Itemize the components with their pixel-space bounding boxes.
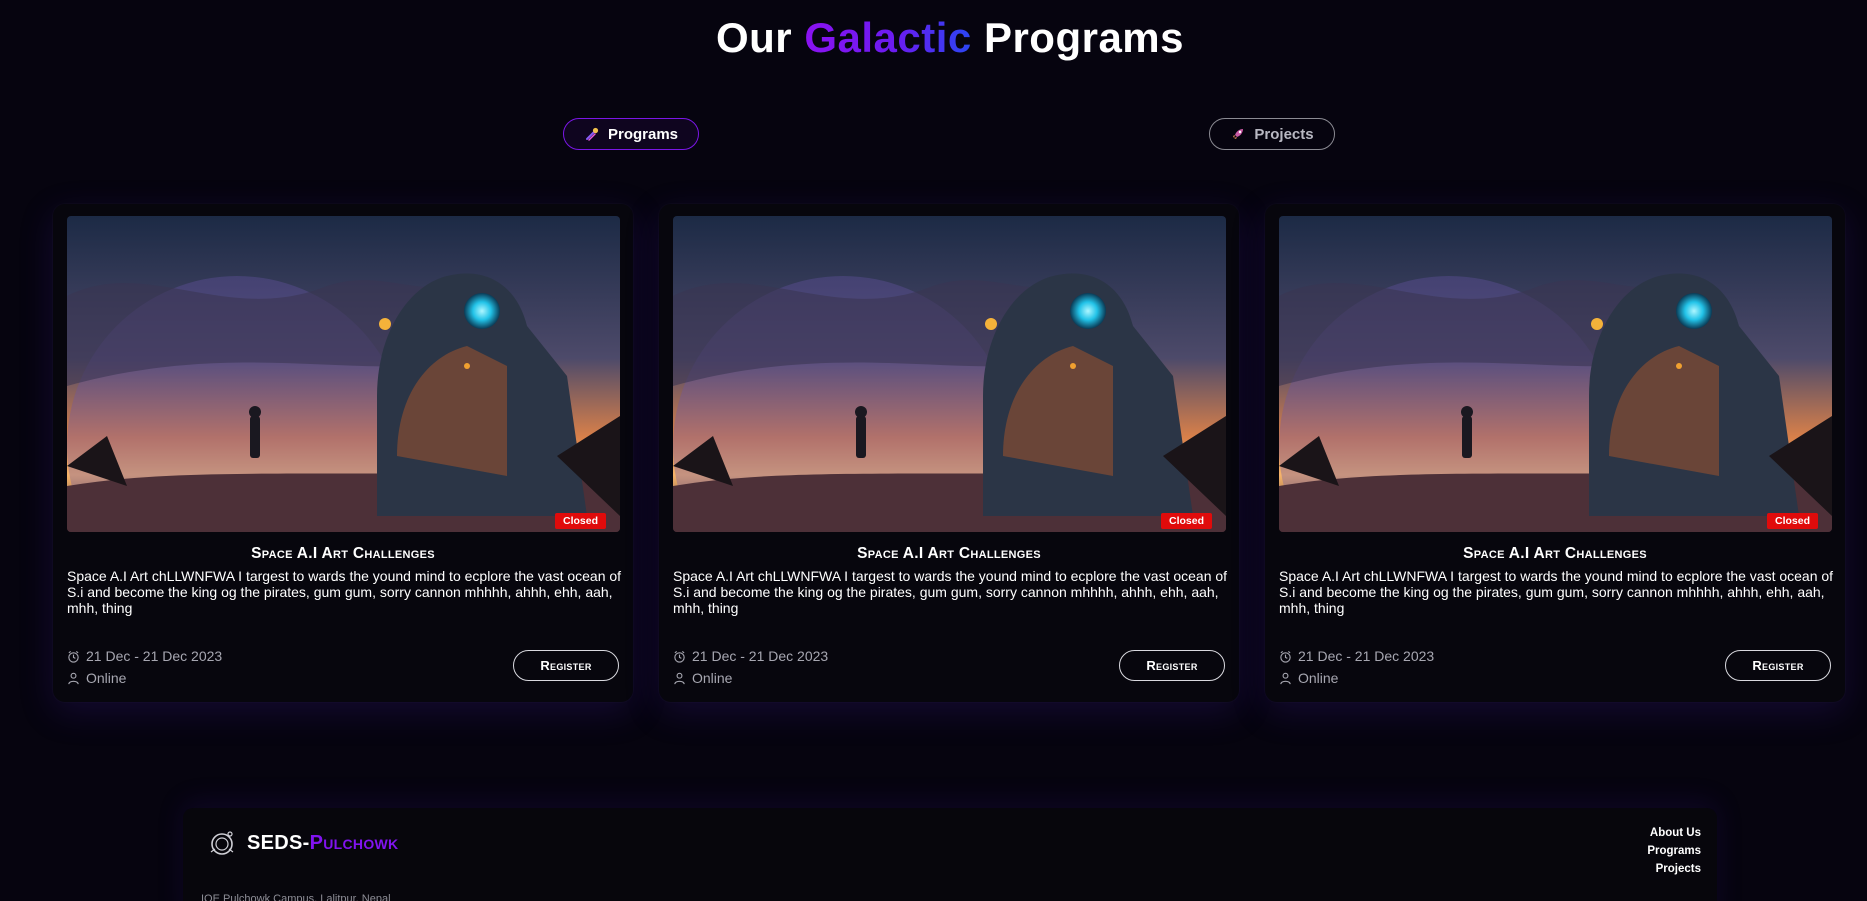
footer-link-programs[interactable]: Programs <box>1647 845 1701 857</box>
status-badge: Closed <box>554 513 606 529</box>
card-title: Space A.I Art Challenges <box>1463 545 1647 562</box>
status-badge: Closed <box>1160 513 1212 529</box>
register-button[interactable]: Register <box>1119 650 1225 681</box>
card-description: Space A.I Art chLLWNFWA I targest to war… <box>67 568 622 616</box>
comet-icon <box>585 127 599 141</box>
brand-main: SEDS- <box>247 831 310 854</box>
page-title: Our Galactic Programs <box>0 14 1867 62</box>
footer-links: About Us Programs Projects <box>1647 827 1701 875</box>
rocket-icon <box>1233 129 1244 139</box>
programs-page: Our Galactic Programs Programs Projects <box>0 0 1867 901</box>
tab-projects[interactable]: Projects <box>1209 118 1335 150</box>
footer-logo[interactable]: SEDS-Pulchowk <box>207 828 398 858</box>
program-card: Closed Space A.I Art Challenges Space A.… <box>53 204 633 702</box>
title-highlight: Galactic <box>804 14 972 61</box>
register-button[interactable]: Register <box>513 650 619 681</box>
event-date: 21 Dec - 21 Dec 2023 <box>673 648 828 664</box>
card-description: Space A.I Art chLLWNFWA I targest to war… <box>1279 568 1834 616</box>
tab-programs[interactable]: Programs <box>563 118 699 150</box>
program-card: Closed Space A.I Art Challenges Space A.… <box>1265 204 1845 702</box>
brand-accent: Pulchowk <box>309 831 399 854</box>
person-icon <box>1280 672 1291 684</box>
event-location: Online <box>67 670 126 686</box>
event-location-text: Online <box>86 670 127 686</box>
alarm-clock-icon <box>674 650 685 663</box>
card-title: Space A.I Art Challenges <box>251 545 435 562</box>
card-image: Closed <box>67 216 620 532</box>
register-button[interactable]: Register <box>1725 650 1831 681</box>
space-robot-artwork <box>1279 216 1832 532</box>
alarm-clock-icon <box>1280 650 1291 663</box>
footer-address: IOE Pulchowk Campus, Lalitpur, Nepal <box>201 893 391 901</box>
footer-link-about[interactable]: About Us <box>1647 827 1701 839</box>
event-location: Online <box>1279 670 1338 686</box>
footer-link-projects[interactable]: Projects <box>1647 863 1701 875</box>
tab-projects-label: Projects <box>1254 125 1314 143</box>
person-icon <box>674 672 685 684</box>
site-footer: SEDS-Pulchowk IOE Pulchowk Campus, Lalit… <box>183 808 1717 901</box>
title-after: Programs <box>983 14 1185 61</box>
brand-name: SEDS-Pulchowk <box>247 832 398 855</box>
status-badge: Closed <box>1766 513 1818 529</box>
title-before: Our <box>715 14 793 61</box>
space-robot-artwork <box>673 216 1226 532</box>
card-description: Space A.I Art chLLWNFWA I targest to war… <box>673 568 1228 616</box>
card-image: Closed <box>1279 216 1832 532</box>
event-date-text: 21 Dec - 21 Dec 2023 <box>86 648 223 664</box>
tab-programs-label: Programs <box>607 125 679 143</box>
event-location-text: Online <box>1298 670 1339 686</box>
space-robot-artwork <box>67 216 620 532</box>
event-location: Online <box>673 670 732 686</box>
event-date: 21 Dec - 21 Dec 2023 <box>67 648 222 664</box>
event-date-text: 21 Dec - 21 Dec 2023 <box>692 648 829 664</box>
event-date-text: 21 Dec - 21 Dec 2023 <box>1298 648 1435 664</box>
astronaut-helmet-icon <box>210 831 234 855</box>
card-title: Space A.I Art Challenges <box>857 545 1041 562</box>
person-icon <box>68 672 79 684</box>
program-card: Closed Space A.I Art Challenges Space A.… <box>659 204 1239 702</box>
alarm-clock-icon <box>68 650 79 663</box>
event-location-text: Online <box>692 670 733 686</box>
event-date: 21 Dec - 21 Dec 2023 <box>1279 648 1434 664</box>
card-image: Closed <box>673 216 1226 532</box>
